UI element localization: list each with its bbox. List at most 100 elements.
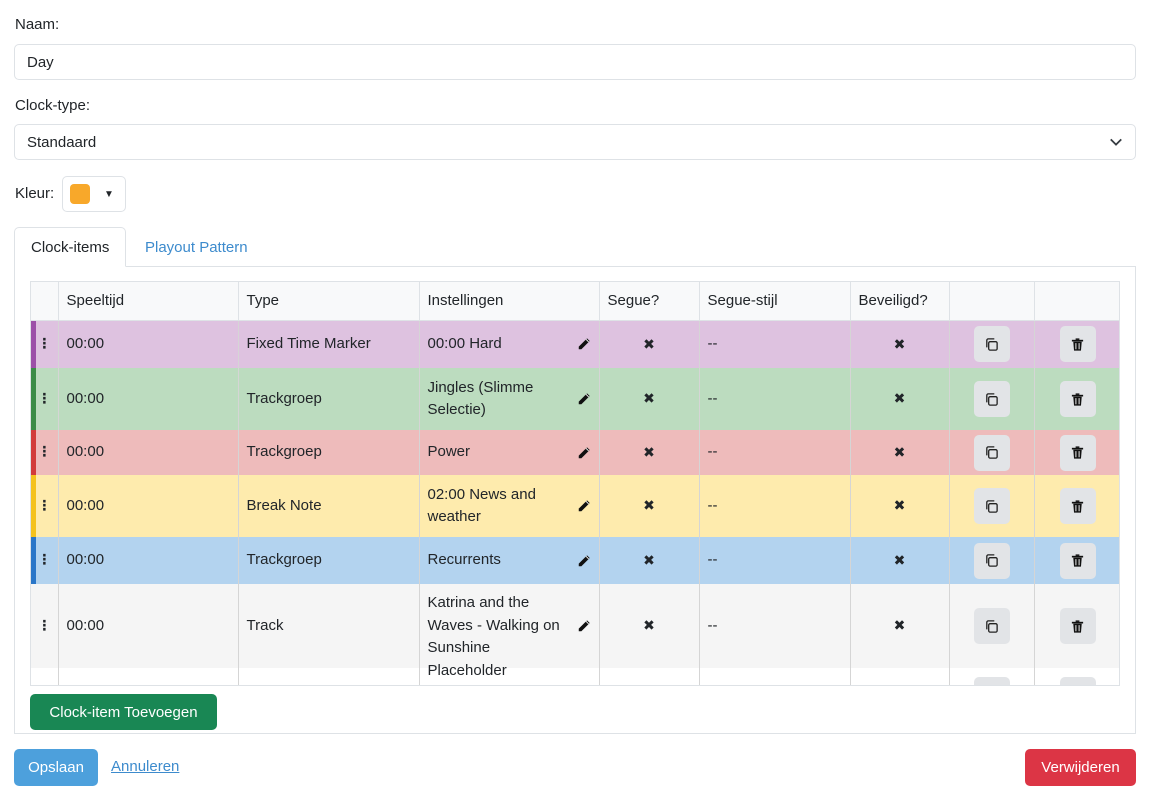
protected-cell: ✖ (850, 430, 950, 475)
drag-handle-cell[interactable]: ⋮ (31, 475, 59, 537)
name-input[interactable]: Day (14, 44, 1136, 80)
tab-playout-pattern[interactable]: Playout Pattern (129, 227, 264, 267)
pencil-icon[interactable] (577, 553, 591, 567)
settings-cell: Jingles (Slimme Selectie) (419, 368, 600, 430)
drag-handle-icon[interactable]: ⋮ (37, 391, 51, 405)
column-header-type: Type (238, 282, 420, 321)
settings-text: Placeholder duration: (427, 662, 507, 685)
segue-style-cell: -- (699, 475, 851, 537)
copy-cell (949, 584, 1035, 668)
copy-button[interactable] (973, 381, 1010, 417)
pencil-icon[interactable] (577, 445, 591, 459)
speeltijd-cell: 00:00 (58, 584, 239, 668)
segue-style-cell: -- (699, 584, 851, 668)
table-row: ⋮ 00:00 Trackgroep Recurrents ✖ -- ✖ (31, 537, 1119, 584)
pencil-icon[interactable] (577, 391, 591, 405)
delete-row-button[interactable] (1059, 381, 1096, 417)
segue-value: ✖ (643, 497, 655, 514)
copy-cell (949, 430, 1035, 475)
drag-handle-icon[interactable]: ⋮ (37, 498, 51, 512)
clock-type-label: Clock-type: (15, 97, 91, 114)
save-button[interactable]: Opslaan (14, 749, 98, 786)
speeltijd-cell: 00:00 (58, 475, 239, 537)
row-color-stripe (31, 320, 36, 368)
segue-cell: ✖ (599, 475, 700, 537)
delete-row-button[interactable] (1059, 542, 1096, 579)
add-clock-item-button[interactable]: Clock-item Toevoegen (30, 694, 217, 730)
delete-cell (1034, 430, 1119, 475)
drag-handle-cell[interactable]: ⋮ (31, 537, 59, 584)
protected-value: ✖ (893, 617, 906, 634)
delete-cell (1034, 320, 1119, 368)
segue-style-cell (699, 668, 851, 685)
drag-handle-cell[interactable]: ⋮ (31, 368, 59, 430)
color-picker[interactable]: ▼ (62, 176, 126, 212)
protected-cell (850, 668, 950, 685)
segue-style-cell: -- (699, 320, 851, 368)
delete-row-button[interactable] (1059, 608, 1096, 644)
trash-icon (1070, 499, 1085, 514)
cancel-link[interactable]: Annuleren (111, 758, 179, 775)
segue-value: ✖ (643, 551, 655, 568)
copy-button[interactable] (973, 542, 1010, 579)
drag-handle-icon[interactable]: ⋮ (37, 618, 51, 632)
speeltijd-cell: 00:00 (58, 368, 239, 430)
table-row: ⋮ 00:00 Break Note 02:00 News and weather ✖ -… (31, 475, 1119, 537)
copy-button[interactable] (973, 676, 1010, 685)
drag-handle-icon[interactable]: ⋮ (37, 336, 51, 350)
drag-handle-icon[interactable]: ⋮ (37, 552, 51, 566)
delete-row-button[interactable] (1059, 676, 1096, 685)
speeltijd-cell: 00:00 (58, 430, 239, 475)
drag-handle-cell[interactable] (31, 668, 59, 685)
segue-cell: ✖ (599, 430, 700, 475)
delete-row-button[interactable] (1059, 326, 1096, 363)
type-cell: Trackgroep (238, 537, 420, 584)
segue-style-cell: -- (699, 368, 851, 430)
copy-button[interactable] (973, 608, 1010, 644)
copy-cell (949, 320, 1035, 368)
speeltijd-cell (58, 668, 239, 685)
settings-text: 02:00 News and weather (427, 485, 536, 526)
pencil-icon[interactable] (577, 498, 591, 512)
name-input-value: Day (27, 53, 54, 71)
drag-handle-cell[interactable]: ⋮ (31, 320, 59, 368)
caret-down-icon: ▼ (104, 188, 114, 200)
delete-row-button[interactable] (1059, 488, 1096, 524)
segue-cell: ✖ (599, 537, 700, 584)
protected-value: ✖ (893, 335, 906, 352)
drag-handle-cell[interactable]: ⋮ (31, 584, 59, 668)
trash-icon (1070, 337, 1085, 352)
segue-value: ✖ (643, 335, 655, 352)
color-swatch (70, 184, 90, 204)
trash-icon (1070, 445, 1085, 460)
settings-text: 00:00 Hard (427, 335, 502, 352)
protected-value: ✖ (893, 390, 906, 407)
settings-text: Katrina and the Waves - Walking on Sunsh… (427, 594, 560, 657)
delete-button[interactable]: Verwijderen (1025, 749, 1136, 786)
type-cell (238, 668, 420, 685)
settings-cell: Katrina and the Waves - Walking on Sunsh… (419, 584, 600, 668)
settings-cell: Recurrents (419, 537, 600, 584)
speeltijd-cell: 00:00 (58, 537, 239, 584)
segue-style-cell: -- (699, 430, 851, 475)
tab-clock-items[interactable]: Clock-items (14, 227, 127, 267)
pencil-icon[interactable] (577, 618, 591, 632)
copy-cell (949, 368, 1035, 430)
copy-cell (949, 475, 1035, 537)
drag-handle-icon[interactable]: ⋮ (37, 444, 51, 458)
segue-value: ✖ (643, 617, 655, 634)
copy-button[interactable] (973, 488, 1010, 524)
column-header (31, 282, 59, 321)
copy-icon (984, 337, 999, 352)
copy-button[interactable] (973, 434, 1010, 471)
drag-handle-cell[interactable]: ⋮ (31, 430, 59, 475)
trash-icon (1070, 553, 1085, 568)
row-color-stripe (31, 430, 36, 475)
pencil-icon[interactable] (577, 336, 591, 350)
delete-row-button[interactable] (1059, 434, 1096, 471)
copy-button[interactable] (973, 326, 1010, 363)
segue-style-cell: -- (699, 537, 851, 584)
clock-type-select[interactable]: Standaard (14, 124, 1136, 160)
type-cell: Trackgroep (238, 368, 420, 430)
column-header-segue-stijl: Segue-stijl (699, 282, 851, 321)
